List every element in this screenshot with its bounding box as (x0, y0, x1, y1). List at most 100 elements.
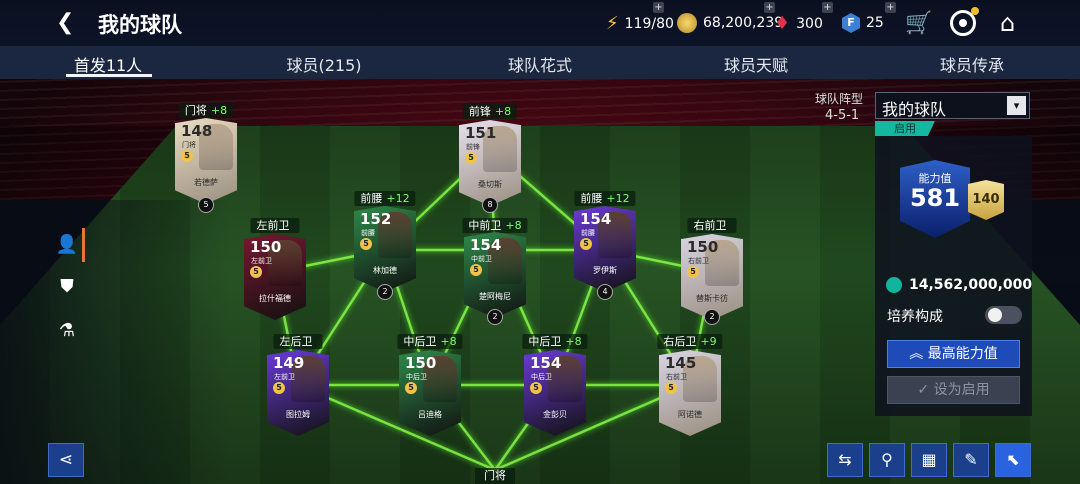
position-label: 右后卫 +9 (657, 334, 723, 349)
team-value-row: 14,562,000,000 (886, 277, 1032, 293)
position-button[interactable]: ⚲ (869, 443, 905, 477)
coin-value: 68,200,239 (703, 15, 784, 31)
max-power-label: 最高能力值 (927, 346, 998, 362)
add-gems-icon[interactable]: + (822, 2, 833, 13)
player-position: 前腰 (361, 229, 375, 237)
value-coin-icon (886, 277, 902, 293)
train-toggle[interactable] (985, 306, 1022, 324)
tab-player-legacy[interactable]: 球员传承 (864, 52, 1080, 76)
position-name: 中前卫 (468, 219, 502, 232)
position-name: 右后卫 (663, 335, 697, 348)
coin-resource: 68,200,239 (677, 13, 783, 33)
position-label: 门将 +8 (178, 103, 234, 118)
player-card[interactable]: 150 中后卫 5 吕迪格 (399, 350, 461, 436)
home-icon[interactable]: ⌂ (1000, 9, 1015, 37)
gem-value: 300 (796, 15, 823, 32)
position-label: 中前卫 +8 (462, 218, 528, 233)
energy-resource: ⚡ 119/80 (606, 13, 674, 34)
swap-icon: ⇆ (838, 450, 852, 469)
tab-players[interactable]: 球员(215) (216, 52, 432, 76)
player-card[interactable]: 148 门将 5 若德萨 (175, 118, 237, 204)
player-position: 左前卫 (251, 257, 272, 265)
formation-button[interactable]: ▦ (911, 443, 947, 477)
position-name: 前腰 (580, 192, 603, 205)
player-position: 中后卫 (531, 373, 552, 381)
team-select[interactable]: 我的球队 ▾ (875, 92, 1030, 119)
position-bonus: +9 (700, 335, 717, 348)
target-icon[interactable] (950, 7, 979, 36)
player-position: 门将 (182, 141, 196, 149)
player-level-badge: 5 (198, 197, 214, 213)
position-name: 中后卫 (528, 335, 562, 348)
formation-label: 球队阵型 (815, 92, 864, 106)
chemistry-icon: 5 (465, 152, 477, 164)
position-name: 前腰 (360, 192, 383, 205)
position-label: 前腰 +12 (574, 191, 636, 206)
top-bar: ❮ 我的球队 ⚡ 119/80 + 68,200,239 + ♦ 300 + F… (0, 0, 1080, 46)
chemistry-icon: 5 (405, 382, 417, 394)
player-name: 拉什福德 (259, 294, 291, 303)
cart-icon[interactable]: 🛒 (905, 11, 932, 36)
player-level-badge: 2 (704, 309, 720, 325)
chemistry-icon: 5 (360, 238, 372, 250)
position-name: 中后卫 (403, 335, 437, 348)
add-energy-icon[interactable]: + (653, 2, 664, 13)
player-rating: 152 (360, 210, 392, 228)
player-card[interactable]: 152 前腰 5 林加德 (354, 206, 416, 292)
swap-button[interactable]: ⇆ (827, 443, 863, 477)
notification-dot (971, 7, 979, 15)
team-shield-icon[interactable]: ⛊ (52, 272, 82, 302)
player-position: 中前卫 (471, 255, 492, 263)
chemistry-icon: 5 (250, 266, 262, 278)
token-icon: F (842, 13, 860, 33)
player-card[interactable]: 154 中前卫 5 楚阿梅尼 (464, 232, 526, 318)
chemistry-icon: 5 (470, 264, 482, 276)
power-value: 581 (909, 184, 961, 212)
player-name: 若德萨 (194, 178, 218, 187)
tab-player-talent[interactable]: 球员天赋 (648, 52, 864, 76)
position-label: 前锋 +8 (462, 104, 518, 119)
player-position: 前锋 (466, 143, 480, 151)
back-arrow-icon[interactable]: ❮ (56, 12, 78, 34)
auto-fill-button[interactable]: ⬉ (995, 443, 1031, 477)
player-level-badge: 8 (482, 197, 498, 213)
player-rating: 151 (465, 124, 497, 142)
team-value: 14,562,000,000 (909, 277, 1033, 293)
position-bonus: +8 (565, 335, 582, 348)
flask-icon[interactable]: ⚗ (52, 316, 82, 346)
player-card[interactable]: 150 左前卫 5 拉什福德 (244, 234, 306, 320)
player-card[interactable]: 154 前腰 5 罗伊斯 (574, 206, 636, 292)
player-rating: 154 (530, 354, 562, 372)
player-name: 图拉姆 (286, 410, 310, 419)
chevron-down-icon: ▾ (1007, 96, 1026, 115)
position-bonus: +12 (606, 192, 630, 205)
chemistry-icon: 5 (665, 382, 677, 394)
add-coins-icon[interactable]: + (764, 2, 775, 13)
formation-value: 4-5-1 (825, 108, 860, 123)
max-power-button[interactable]: ︽ 最高能力值 (887, 340, 1020, 368)
tab-team-style[interactable]: 球队花式 (432, 52, 648, 76)
player-card[interactable]: 149 左前卫 5 图拉姆 (267, 350, 329, 436)
set-active-button[interactable]: ✓ 设为启用 (887, 376, 1020, 404)
chemistry-icon: 5 (273, 382, 285, 394)
player-card[interactable]: 151 前锋 5 桑切斯 (459, 120, 521, 206)
token-resource: F 25 (842, 13, 884, 33)
team-select-value: 我的球队 (882, 100, 947, 119)
player-card[interactable]: 145 右前卫 5 阿诺德 (659, 350, 721, 436)
player-position: 右前卫 (666, 373, 687, 381)
player-level-badge: 4 (597, 284, 613, 300)
player-name: 桑切斯 (478, 180, 502, 189)
add-tokens-icon[interactable]: + (885, 2, 896, 13)
tab-starting-11[interactable]: 首发11人 (0, 52, 216, 76)
tactics-button[interactable]: ✎ (953, 443, 989, 477)
share-button[interactable]: ⋖ (48, 443, 84, 477)
position-bonus: +8 (210, 104, 228, 117)
player-card[interactable]: 154 中后卫 5 金彭贝 (524, 350, 586, 436)
sub-power-badge: 140 (968, 180, 1004, 220)
position-label: 右前卫 (687, 218, 737, 233)
token-value: 25 (866, 15, 884, 31)
player-card[interactable]: 150 右前卫 5 替斯卡彷 (681, 234, 743, 320)
position-label: 中后卫 +8 (522, 334, 588, 349)
lineup-person-icon[interactable]: 👤 (52, 230, 82, 260)
gem-icon: ♦ (774, 13, 791, 34)
